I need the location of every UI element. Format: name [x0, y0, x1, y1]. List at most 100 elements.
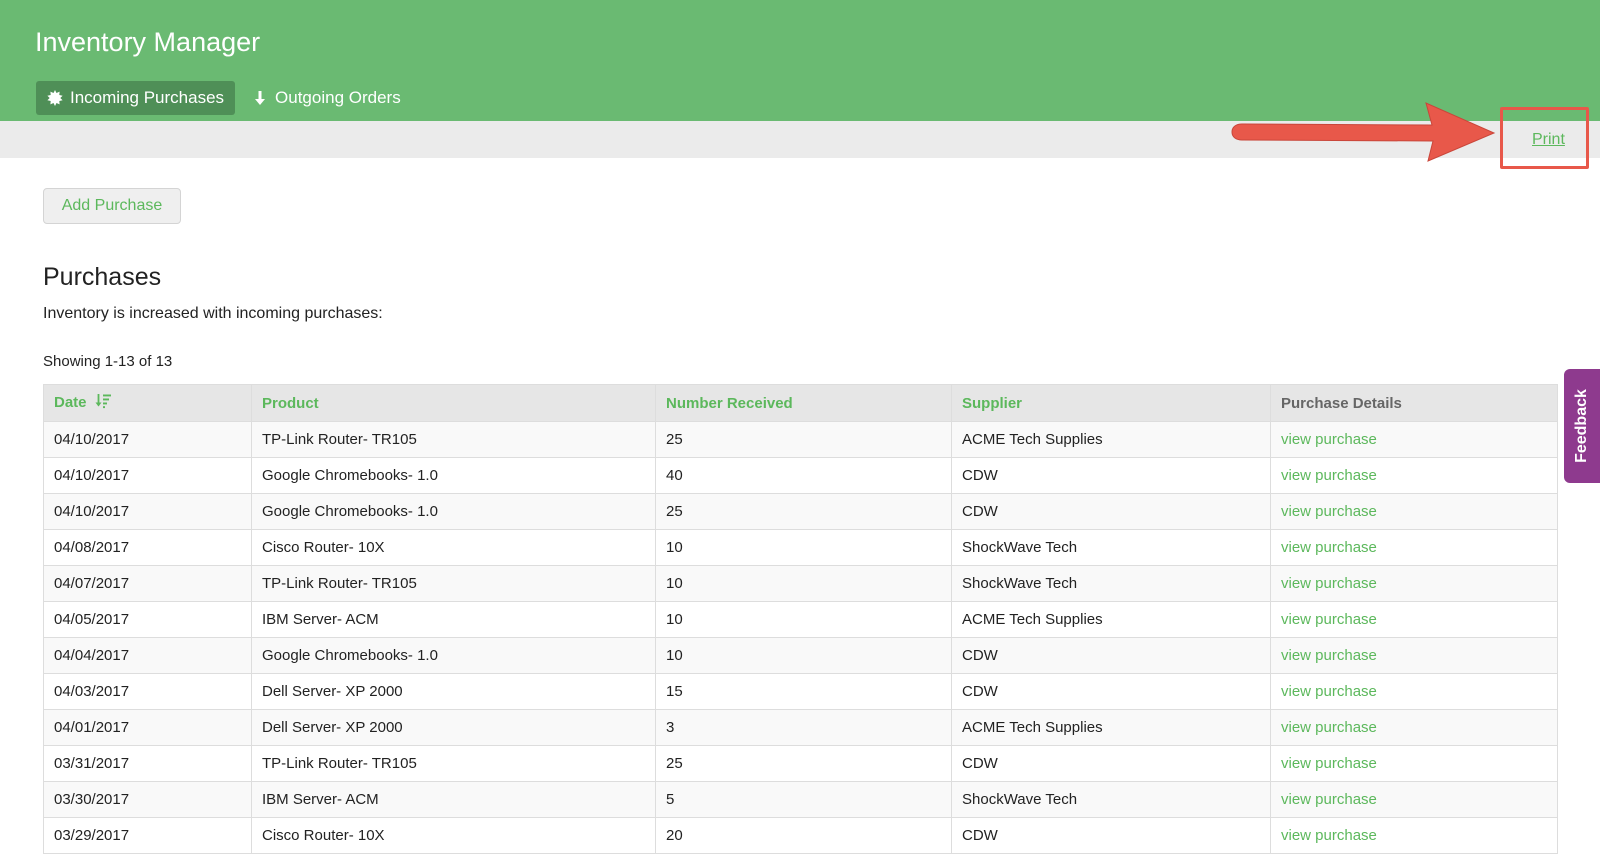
cell-purchase-details: view purchase	[1270, 637, 1558, 674]
cell-product: IBM Server- ACM	[251, 601, 656, 638]
cell-product: TP-Link Router- TR105	[251, 421, 656, 458]
cell-supplier: ShockWave Tech	[951, 565, 1271, 602]
cell-supplier: CDW	[951, 673, 1271, 710]
cell-date: 04/03/2017	[43, 673, 252, 710]
cell-purchase-details: view purchase	[1270, 421, 1558, 458]
cell-product: Dell Server- XP 2000	[251, 709, 656, 746]
cell-product: TP-Link Router- TR105	[251, 745, 656, 782]
cell-number-received: 10	[655, 637, 952, 674]
column-header-date[interactable]: Date	[43, 384, 252, 422]
feedback-label: Feedback	[1573, 389, 1590, 463]
cell-number-received: 40	[655, 457, 952, 494]
view-purchase-link[interactable]: view purchase	[1281, 719, 1377, 736]
cell-date: 03/31/2017	[43, 745, 252, 782]
cell-date: 04/08/2017	[43, 529, 252, 566]
main-nav: Incoming Purchases Outgoing Orders	[36, 81, 418, 115]
cell-product: Dell Server- XP 2000	[251, 673, 656, 710]
cell-number-received: 5	[655, 781, 952, 818]
annotation-highlight-box	[1500, 107, 1589, 169]
column-header-label: Date	[54, 394, 87, 411]
cell-supplier: CDW	[951, 745, 1271, 782]
cell-purchase-details: view purchase	[1270, 529, 1558, 566]
view-purchase-link[interactable]: view purchase	[1281, 755, 1377, 772]
annotation-arrow-icon	[1231, 102, 1496, 162]
cell-date: 04/10/2017	[43, 457, 252, 494]
cell-supplier: CDW	[951, 817, 1271, 854]
cell-product: Google Chromebooks- 1.0	[251, 493, 656, 530]
cell-supplier: ShockWave Tech	[951, 529, 1271, 566]
view-purchase-link[interactable]: view purchase	[1281, 467, 1377, 484]
tab-outgoing-orders[interactable]: Outgoing Orders	[241, 81, 412, 115]
table-row: 04/07/2017 TP-Link Router- TR105 10 ShockWa…	[43, 565, 1558, 602]
cell-purchase-details: view purchase	[1270, 565, 1558, 602]
cell-number-received: 10	[655, 601, 952, 638]
cell-product: TP-Link Router- TR105	[251, 565, 656, 602]
cell-purchase-details: view purchase	[1270, 745, 1558, 782]
column-header-number-received[interactable]: Number Received	[655, 384, 952, 422]
cell-date: 04/10/2017	[43, 493, 252, 530]
cell-number-received: 25	[655, 421, 952, 458]
view-purchase-link[interactable]: view purchase	[1281, 683, 1377, 700]
add-purchase-button[interactable]: Add Purchase	[43, 188, 181, 224]
cell-product: Cisco Router- 10X	[251, 817, 656, 854]
cell-purchase-details: view purchase	[1270, 673, 1558, 710]
cell-purchase-details: view purchase	[1270, 781, 1558, 818]
cell-supplier: CDW	[951, 457, 1271, 494]
view-purchase-link[interactable]: view purchase	[1281, 827, 1377, 844]
section-description: Inventory is increased with incoming pur…	[43, 305, 383, 322]
view-purchase-link[interactable]: view purchase	[1281, 539, 1377, 556]
cell-product: Google Chromebooks- 1.0	[251, 457, 656, 494]
cell-date: 04/10/2017	[43, 421, 252, 458]
column-header-supplier[interactable]: Supplier	[951, 384, 1271, 422]
sort-descending-icon	[95, 393, 111, 413]
tab-label: Incoming Purchases	[70, 88, 225, 107]
cell-supplier: CDW	[951, 637, 1271, 674]
cell-number-received: 20	[655, 817, 952, 854]
column-header-product[interactable]: Product	[251, 384, 656, 422]
purchases-table: Date Product Number Received Supplier Pu…	[43, 384, 1558, 854]
view-purchase-link[interactable]: view purchase	[1281, 611, 1377, 628]
cell-supplier: CDW	[951, 493, 1271, 530]
page-title: Purchases	[43, 263, 162, 291]
cell-purchase-details: view purchase	[1270, 709, 1558, 746]
cell-date: 03/29/2017	[43, 817, 252, 854]
cell-number-received: 25	[655, 745, 952, 782]
cell-number-received: 25	[655, 493, 952, 530]
arrow-down-icon	[252, 90, 268, 106]
table-row: 04/01/2017 Dell Server- XP 2000 3 ACME Tech…	[43, 709, 1558, 746]
view-purchase-link[interactable]: view purchase	[1281, 575, 1377, 592]
table-row: 03/31/2017 TP-Link Router- TR105 25 CDW view…	[43, 745, 1558, 782]
tab-label: Outgoing Orders	[275, 88, 401, 107]
cell-supplier: ShockWave Tech	[951, 781, 1271, 818]
table-body: 04/10/2017 TP-Link Router- TR105 25 ACME Te…	[43, 421, 1558, 854]
table-row: 03/29/2017 Cisco Router- 10X 20 CDW view pur…	[43, 817, 1558, 854]
cell-number-received: 10	[655, 565, 952, 602]
view-purchase-link[interactable]: view purchase	[1281, 503, 1377, 520]
table-row: 04/10/2017 TP-Link Router- TR105 25 ACME Te…	[43, 421, 1558, 458]
cell-product: Cisco Router- 10X	[251, 529, 656, 566]
cell-supplier: ACME Tech Supplies	[951, 421, 1271, 458]
cell-date: 04/07/2017	[43, 565, 252, 602]
cell-number-received: 15	[655, 673, 952, 710]
column-header-purchase-details: Purchase Details	[1270, 384, 1558, 422]
cell-supplier: ACME Tech Supplies	[951, 601, 1271, 638]
cell-purchase-details: view purchase	[1270, 457, 1558, 494]
table-row: 03/30/2017 IBM Server- ACM 5 ShockWave Tech…	[43, 781, 1558, 818]
cell-date: 04/04/2017	[43, 637, 252, 674]
view-purchase-link[interactable]: view purchase	[1281, 647, 1377, 664]
cell-product: Google Chromebooks- 1.0	[251, 637, 656, 674]
table-row: 04/10/2017 Google Chromebooks- 1.0 25 CDW vi…	[43, 493, 1558, 530]
cell-number-received: 3	[655, 709, 952, 746]
app-title: Inventory Manager	[35, 27, 261, 57]
view-purchase-link[interactable]: view purchase	[1281, 431, 1377, 448]
table-row: 04/05/2017 IBM Server- ACM 10 ACME Tech Sup…	[43, 601, 1558, 638]
results-count: Showing 1-13 of 13	[43, 353, 173, 370]
tab-incoming-purchases[interactable]: Incoming Purchases	[36, 81, 236, 115]
table-row: 04/03/2017 Dell Server- XP 2000 15 CDW view …	[43, 673, 1558, 710]
table-row: 04/08/2017 Cisco Router- 10X 10 ShockWave T…	[43, 529, 1558, 566]
feedback-tab[interactable]: Feedback	[1564, 369, 1600, 483]
view-purchase-link[interactable]: view purchase	[1281, 791, 1377, 808]
cell-purchase-details: view purchase	[1270, 817, 1558, 854]
table-row: 04/04/2017 Google Chromebooks- 1.0 10 CDW vi…	[43, 637, 1558, 674]
table-row: 04/10/2017 Google Chromebooks- 1.0 40 CDW vi…	[43, 457, 1558, 494]
